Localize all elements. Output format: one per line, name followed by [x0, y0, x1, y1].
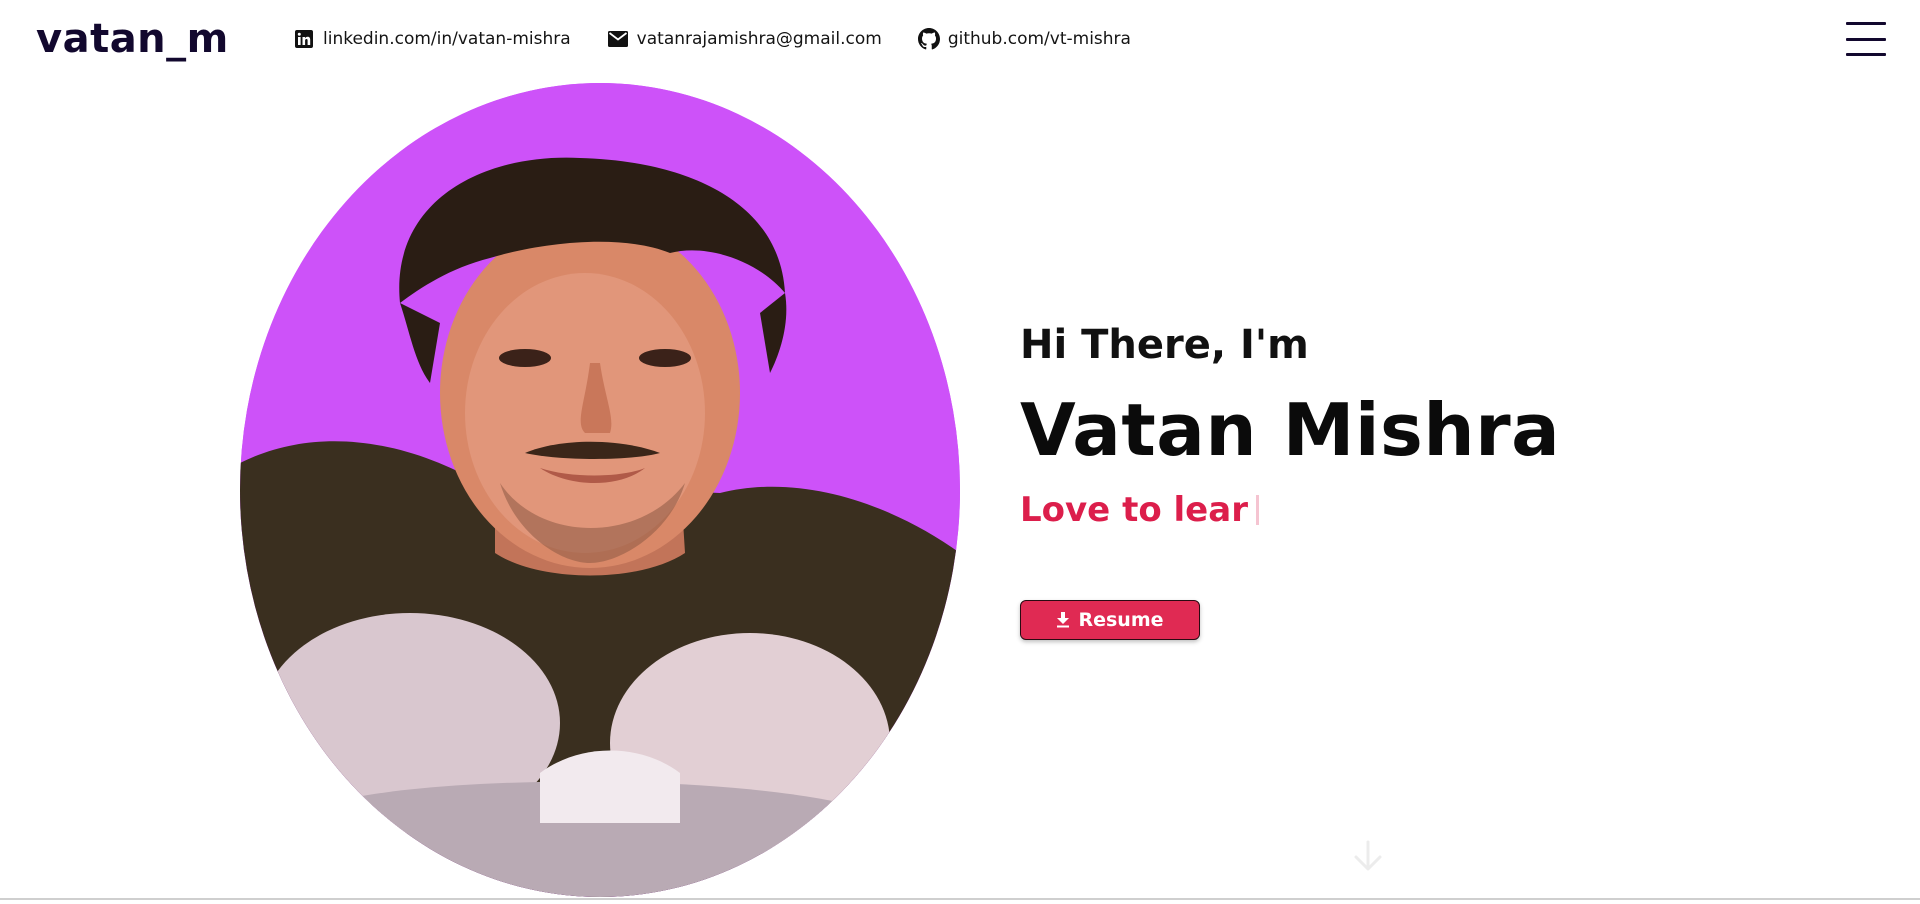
hero-name: Vatan Mishra: [1020, 388, 1561, 472]
download-icon: [1056, 612, 1070, 628]
linkedin-icon: [293, 28, 315, 50]
github-text: github.com/vt-mishra: [947, 29, 1131, 49]
typing-cursor: [1255, 495, 1259, 525]
hamburger-menu-icon[interactable]: [1846, 22, 1886, 56]
resume-button[interactable]: Resume: [1020, 600, 1200, 640]
linkedin-link[interactable]: linkedin.com/in/vatan-mishra: [293, 28, 571, 50]
resume-label: Resume: [1078, 609, 1164, 631]
email-text: vatanrajamishra@gmail.com: [636, 29, 882, 49]
arrow-down-icon[interactable]: [1350, 838, 1386, 874]
hero-section: Hi There, I'm Vatan Mishra Love to lear …: [1020, 322, 1720, 640]
profile-photo-illustration: [240, 83, 960, 897]
contact-links: linkedin.com/in/vatan-mishra vatanrajami…: [293, 28, 1167, 50]
page-divider: [0, 898, 1920, 900]
menu-line: [1846, 53, 1886, 56]
site-logo[interactable]: vatan_m: [36, 16, 229, 62]
tagline-text: Love to lear: [1020, 490, 1248, 530]
site-header: vatan_m linkedin.com/in/vatan-mishra vat…: [0, 0, 1920, 82]
linkedin-text: linkedin.com/in/vatan-mishra: [323, 29, 571, 49]
email-link[interactable]: vatanrajamishra@gmail.com: [607, 28, 882, 50]
menu-line: [1846, 22, 1886, 25]
greeting-text: Hi There, I'm: [1020, 322, 1309, 368]
github-icon: [917, 28, 940, 50]
mail-icon: [607, 28, 629, 50]
menu-line: [1846, 37, 1886, 41]
typed-tagline: Love to lear: [1020, 490, 1720, 530]
profile-photo: [240, 83, 960, 897]
github-link[interactable]: github.com/vt-mishra: [917, 28, 1131, 50]
